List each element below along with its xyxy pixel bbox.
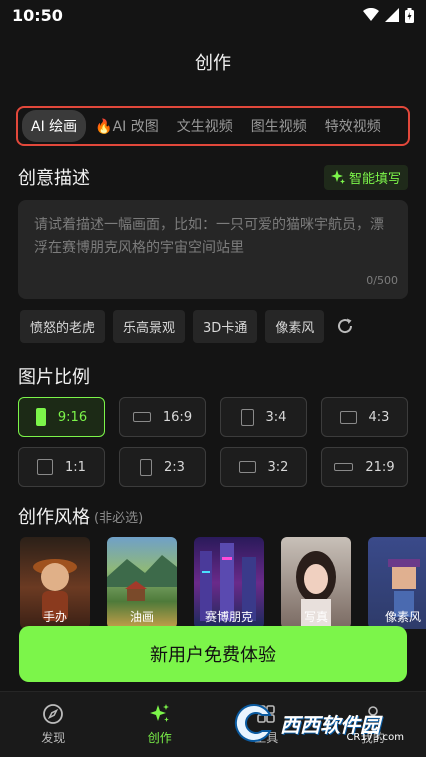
sparkle-icon: [149, 704, 169, 722]
ratio-label: 21:9: [365, 459, 395, 475]
sparkle-icon: [330, 170, 345, 184]
watermark-domain: CR173.com: [346, 732, 404, 743]
chip-suggestion[interactable]: 3D卡通: [193, 309, 258, 343]
suggestion-chips: 愤怒的老虎 乐高景观 3D卡通 像素风: [18, 307, 408, 345]
ratio-label: 3:2: [267, 459, 289, 475]
status-bar: 10:50: [0, 0, 426, 30]
free-trial-button[interactable]: 新用户免费体验: [19, 626, 407, 682]
style-card-oil[interactable]: 油画: [107, 537, 177, 629]
chip-suggestion[interactable]: 愤怒的老虎: [20, 309, 106, 343]
prompt-input[interactable]: 请试着描述一幅画面，比如：一只可爱的猫咪宇航员，漂浮在赛博朋克风格的宇宙空间站里…: [18, 200, 408, 299]
compass-icon: [43, 704, 64, 724]
style-label: 像素风: [384, 610, 421, 624]
page-header: 创作: [0, 30, 426, 94]
page-title: 创作: [195, 53, 231, 74]
smart-fill-label: 智能填写: [348, 171, 401, 187]
ratio-option-1-1[interactable]: 1:1: [18, 447, 105, 487]
ratio-header: 图片比例: [18, 363, 408, 389]
ratio-option-21-9[interactable]: 21:9: [321, 447, 408, 487]
tab-text-to-video[interactable]: 文生视频: [168, 110, 242, 142]
ratio-option-2-3[interactable]: 2:3: [119, 447, 206, 487]
battery-icon: [405, 7, 414, 23]
status-icons: [363, 7, 414, 23]
ratio-shape-icon: [240, 408, 254, 426]
ratio-label: 3:4: [265, 409, 287, 425]
style-label: 赛博朋克: [204, 610, 253, 624]
mode-tabs: AI 绘画 🔥AI 改图 文生视频 图生视频 特效视频: [16, 106, 410, 146]
ratio-label: 9:16: [57, 409, 88, 425]
prompt-header: 创意描述 智能填写: [18, 164, 408, 190]
wifi-icon: [363, 8, 379, 21]
watermark-icon: [234, 703, 272, 742]
smart-fill-button[interactable]: 智能填写: [323, 164, 408, 190]
ratio-shape-icon: [339, 410, 357, 424]
prompt-title: 创意描述: [18, 168, 90, 189]
style-label: 写真: [303, 610, 328, 624]
ratio-shape-icon: [140, 458, 153, 476]
nav-label: 创作: [147, 731, 172, 745]
tab-ai-edit[interactable]: 🔥AI 改图: [86, 110, 168, 142]
ratio-title: 图片比例: [18, 367, 90, 388]
ratio-label: 4:3: [368, 409, 390, 425]
ratio-shape-icon: [132, 412, 151, 422]
style-list: 手办 油画 赛博朋克 写真 像素风: [20, 537, 426, 629]
free-trial-label: 新用户免费体验: [150, 645, 276, 666]
ratio-shape-icon: [238, 461, 256, 473]
refresh-icon[interactable]: [336, 317, 354, 335]
tab-effect-video[interactable]: 特效视频: [316, 110, 390, 142]
nav-item-discover[interactable]: 发现: [0, 692, 107, 757]
tab-ai-painting[interactable]: AI 绘画: [22, 110, 87, 142]
style-card-figure[interactable]: 手办: [20, 537, 90, 629]
ratio-label: 16:9: [162, 409, 193, 425]
style-card-portrait[interactable]: 写真: [281, 537, 351, 629]
ratio-option-4-3[interactable]: 4:3: [321, 397, 408, 437]
char-counter: 0/500: [366, 274, 398, 287]
ratio-label: 2:3: [164, 459, 185, 475]
ratio-shape-icon: [35, 408, 46, 426]
ratio-shape-icon: [334, 463, 354, 471]
style-subtitle: (非必选): [94, 510, 144, 526]
style-header: 创作风格 (非必选): [18, 503, 408, 529]
prompt-placeholder: 请试着描述一幅画面，比如：一只可爱的猫咪宇航员，漂浮在赛博朋克风格的宇宙空间站里: [34, 217, 384, 256]
style-title: 创作风格: [18, 507, 90, 528]
ratio-shape-icon: [37, 459, 54, 475]
style-label: 手办: [42, 610, 67, 624]
tab-image-to-video[interactable]: 图生视频: [242, 110, 316, 142]
ratio-option-9-16[interactable]: 9:16: [18, 397, 105, 437]
style-card-pixel[interactable]: 像素风: [368, 537, 426, 629]
chip-suggestion[interactable]: 像素风: [265, 309, 325, 343]
style-label: 油画: [129, 610, 154, 624]
chip-suggestion[interactable]: 乐高景观: [113, 309, 186, 343]
ratio-grid: 9:16 16:9 3:4 4:3 1:1 2:3 3:2 21:9: [18, 397, 408, 487]
status-time: 10:50: [12, 5, 63, 25]
ratio-option-3-4[interactable]: 3:4: [220, 397, 307, 437]
nav-label: 发现: [41, 731, 66, 745]
nav-item-create[interactable]: 创作: [107, 692, 214, 757]
ratio-option-3-2[interactable]: 3:2: [220, 447, 307, 487]
ratio-label: 1:1: [65, 459, 86, 475]
watermark-logo: 西西软件园 CR173.com: [232, 701, 420, 745]
style-card-cyberpunk[interactable]: 赛博朋克: [194, 537, 264, 629]
signal-icon: [385, 8, 399, 22]
ratio-option-16-9[interactable]: 16:9: [119, 397, 206, 437]
